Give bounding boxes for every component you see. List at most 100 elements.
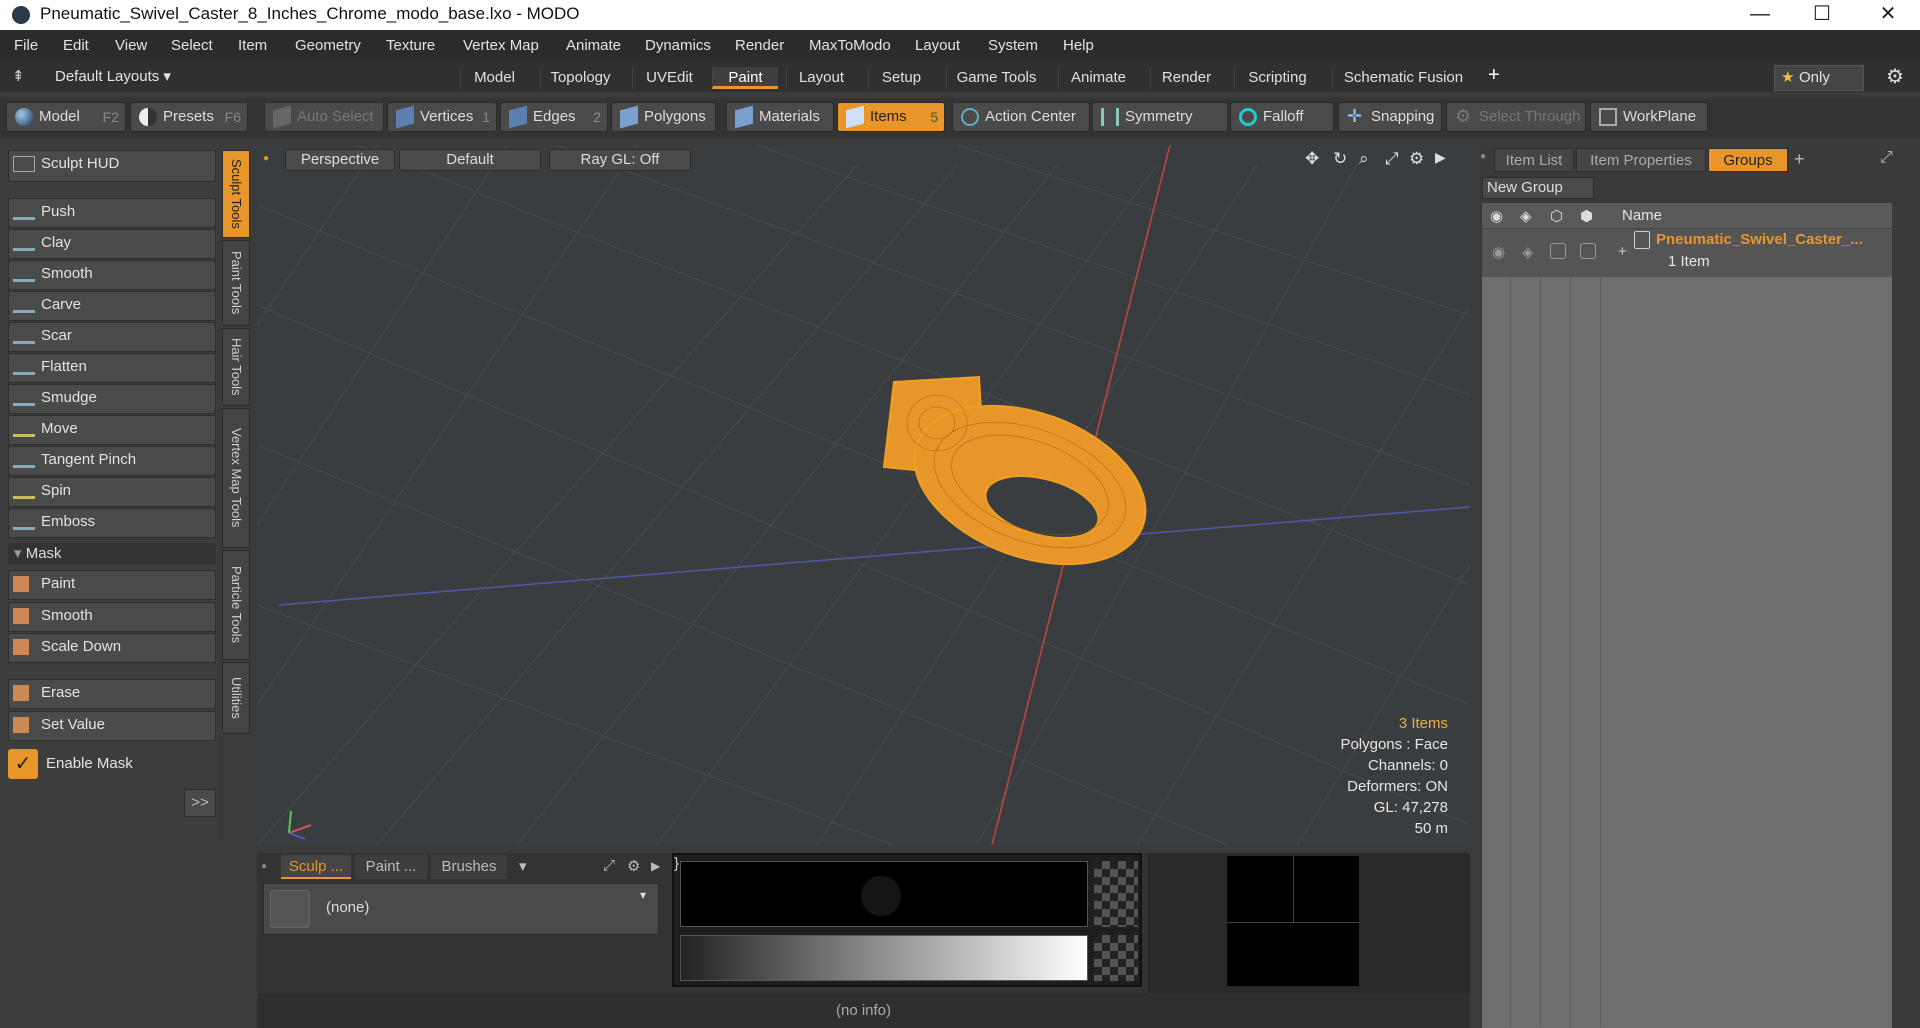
sculpt-hud-button[interactable]: Sculpt HUD bbox=[8, 150, 216, 182]
row-render-checkbox[interactable] bbox=[1550, 243, 1566, 259]
tab-uvedit[interactable]: UVEdit bbox=[632, 67, 706, 89]
default-layouts-dropdown[interactable]: Default Layouts ▾ bbox=[55, 67, 171, 85]
maximize-view-icon[interactable]: ⤢ bbox=[1385, 149, 1399, 169]
tab-paint[interactable]: Paint bbox=[712, 67, 778, 89]
menu-maxtomodo[interactable]: MaxToModo bbox=[809, 37, 891, 54]
falloff-button[interactable]: Falloff bbox=[1230, 102, 1334, 132]
menu-system[interactable]: System bbox=[988, 37, 1038, 54]
rotate-icon[interactable]: ↻ bbox=[1333, 149, 1347, 169]
menu-texture[interactable]: Texture bbox=[386, 37, 435, 54]
tab-setup[interactable]: Setup bbox=[868, 67, 934, 89]
menu-edit[interactable]: Edit bbox=[63, 37, 89, 54]
action-center-button[interactable]: Action Center bbox=[952, 102, 1090, 132]
items-button[interactable]: Items 5 bbox=[837, 102, 945, 132]
menu-dynamics[interactable]: Dynamics bbox=[645, 37, 711, 54]
row-select-checkbox[interactable] bbox=[1580, 243, 1596, 259]
presets-button[interactable]: Presets F6 bbox=[130, 102, 248, 132]
mask-set-value[interactable]: Set Value bbox=[8, 711, 216, 741]
tab-brushes[interactable]: Brushes bbox=[431, 855, 507, 879]
tool-emboss[interactable]: Emboss bbox=[8, 508, 216, 538]
tab-render[interactable]: Render bbox=[1150, 67, 1222, 89]
panel-menu-dot-icon[interactable]: ● bbox=[1480, 151, 1486, 162]
tool-flatten[interactable]: Flatten bbox=[8, 353, 216, 383]
menu-geometry[interactable]: Geometry bbox=[295, 37, 361, 54]
menu-help[interactable]: Help bbox=[1063, 37, 1094, 54]
viewport-menu-dot-icon[interactable]: ● bbox=[263, 153, 269, 164]
bottom-settings-icon[interactable]: ⚙ bbox=[627, 857, 640, 875]
tool-tangent-pinch[interactable]: Tangent Pinch bbox=[8, 446, 216, 476]
tab-groups[interactable]: Groups bbox=[1708, 148, 1788, 172]
tool-spin[interactable]: Spin bbox=[8, 477, 216, 507]
mask-section-header[interactable]: ▾ Mask bbox=[8, 543, 216, 565]
tool-clay[interactable]: Clay bbox=[8, 229, 216, 259]
gear-icon[interactable]: ⚙ bbox=[1886, 64, 1904, 89]
tab-schematic-fusion[interactable]: Schematic Fusion bbox=[1332, 67, 1474, 89]
vtab-paint-tools[interactable]: Paint Tools bbox=[222, 240, 250, 326]
enable-mask-checkbox[interactable]: ✓ bbox=[8, 749, 38, 779]
bottom-more-icon[interactable]: ▶ bbox=[651, 859, 660, 873]
pan-icon[interactable]: ✥ bbox=[1305, 149, 1319, 169]
menu-layout[interactable]: Layout bbox=[915, 37, 960, 54]
preset-selector[interactable]: (none) ▾ bbox=[263, 883, 659, 935]
vtab-particle-tools[interactable]: Particle Tools bbox=[222, 550, 250, 660]
bottom-maximize-icon[interactable]: ⤢ bbox=[603, 857, 615, 874]
panel-maximize-icon[interactable]: ⤢ bbox=[1880, 149, 1893, 167]
vtab-vertex-map-tools[interactable]: Vertex Map Tools bbox=[222, 408, 250, 548]
tool-smudge[interactable]: Smudge bbox=[8, 384, 216, 414]
tab-layout[interactable]: Layout bbox=[786, 67, 856, 89]
menu-file[interactable]: File bbox=[14, 37, 38, 54]
mask-smooth[interactable]: Smooth bbox=[8, 602, 216, 632]
select-icon[interactable]: ⬢ bbox=[1580, 207, 1593, 225]
group-row[interactable]: ◉ ◈ + Pneumatic_Swivel_Caster_... 1 Item bbox=[1482, 229, 1892, 277]
close-button[interactable]: ✕ bbox=[1858, 0, 1918, 30]
render-icon[interactable]: ⬡ bbox=[1550, 207, 1563, 225]
materials-button[interactable]: Materials bbox=[726, 102, 834, 132]
new-group-button[interactable]: New Group bbox=[1482, 177, 1594, 199]
polygons-button[interactable]: Polygons bbox=[611, 102, 716, 132]
3d-viewport[interactable]: ● Perspective Default Ray GL: Off ✥ ↻ ⌕ … bbox=[257, 145, 1470, 845]
tab-paint-presets[interactable]: Paint ... bbox=[355, 855, 427, 879]
auto-select-button[interactable]: Auto Select bbox=[264, 102, 384, 132]
add-panel-tab-icon[interactable]: + bbox=[1794, 149, 1805, 170]
snapping-button[interactable]: ✛ Snapping bbox=[1338, 102, 1442, 132]
only-toggle[interactable]: ★ Only bbox=[1774, 65, 1864, 91]
tab-game-tools[interactable]: Game Tools bbox=[946, 67, 1046, 89]
minimize-button[interactable]: — bbox=[1730, 0, 1790, 30]
row-lock-icon[interactable]: ◈ bbox=[1522, 243, 1534, 261]
tool-carve[interactable]: Carve bbox=[8, 291, 216, 321]
vtab-hair-tools[interactable]: Hair Tools bbox=[222, 328, 250, 406]
vtab-utilities[interactable]: Utilities bbox=[222, 662, 250, 734]
mask-scale-down[interactable]: Scale Down bbox=[8, 633, 216, 663]
tool-move[interactable]: Move bbox=[8, 415, 216, 445]
mask-erase[interactable]: Erase bbox=[8, 679, 216, 709]
mask-paint[interactable]: Paint bbox=[8, 570, 216, 600]
expand-plus-icon[interactable]: + bbox=[1618, 243, 1627, 260]
tab-model[interactable]: Model bbox=[460, 67, 528, 89]
menu-select[interactable]: Select bbox=[171, 37, 213, 54]
viewport-more-icon[interactable]: ▶ bbox=[1435, 149, 1446, 166]
model-mode-button[interactable]: Model F2 bbox=[6, 102, 126, 132]
tool-push[interactable]: Push bbox=[8, 198, 216, 228]
menu-animate[interactable]: Animate bbox=[566, 37, 621, 54]
color-swatch[interactable] bbox=[1227, 856, 1359, 986]
tab-item-list[interactable]: Item List bbox=[1494, 148, 1574, 172]
name-column-header[interactable]: Name bbox=[1622, 207, 1662, 224]
vertices-button[interactable]: Vertices 1 bbox=[387, 102, 497, 132]
vtab-sculpt-tools[interactable]: Sculpt Tools bbox=[222, 150, 250, 238]
visibility-eye-icon[interactable]: ◉ bbox=[1490, 207, 1503, 225]
view-type-dropdown[interactable]: Perspective bbox=[285, 149, 395, 171]
tool-scar[interactable]: Scar bbox=[8, 322, 216, 352]
tool-smooth[interactable]: Smooth bbox=[8, 260, 216, 290]
edges-button[interactable]: Edges 2 bbox=[500, 102, 608, 132]
menu-render[interactable]: Render bbox=[735, 37, 784, 54]
tab-scripting[interactable]: Scripting bbox=[1234, 67, 1320, 89]
tab-item-properties[interactable]: Item Properties bbox=[1576, 148, 1706, 172]
row-visibility-icon[interactable]: ◉ bbox=[1492, 243, 1505, 261]
raygl-toggle[interactable]: Ray GL: Off bbox=[549, 149, 691, 171]
zoom-icon[interactable]: ⌕ bbox=[1359, 149, 1369, 169]
menu-vertex-map[interactable]: Vertex Map bbox=[463, 37, 539, 54]
layouts-arrow-icon[interactable]: ⇞ bbox=[12, 67, 25, 85]
maximize-button[interactable]: ☐ bbox=[1792, 0, 1852, 30]
expand-button[interactable]: >> bbox=[184, 789, 216, 817]
lock-icon[interactable]: ◈ bbox=[1520, 207, 1532, 225]
